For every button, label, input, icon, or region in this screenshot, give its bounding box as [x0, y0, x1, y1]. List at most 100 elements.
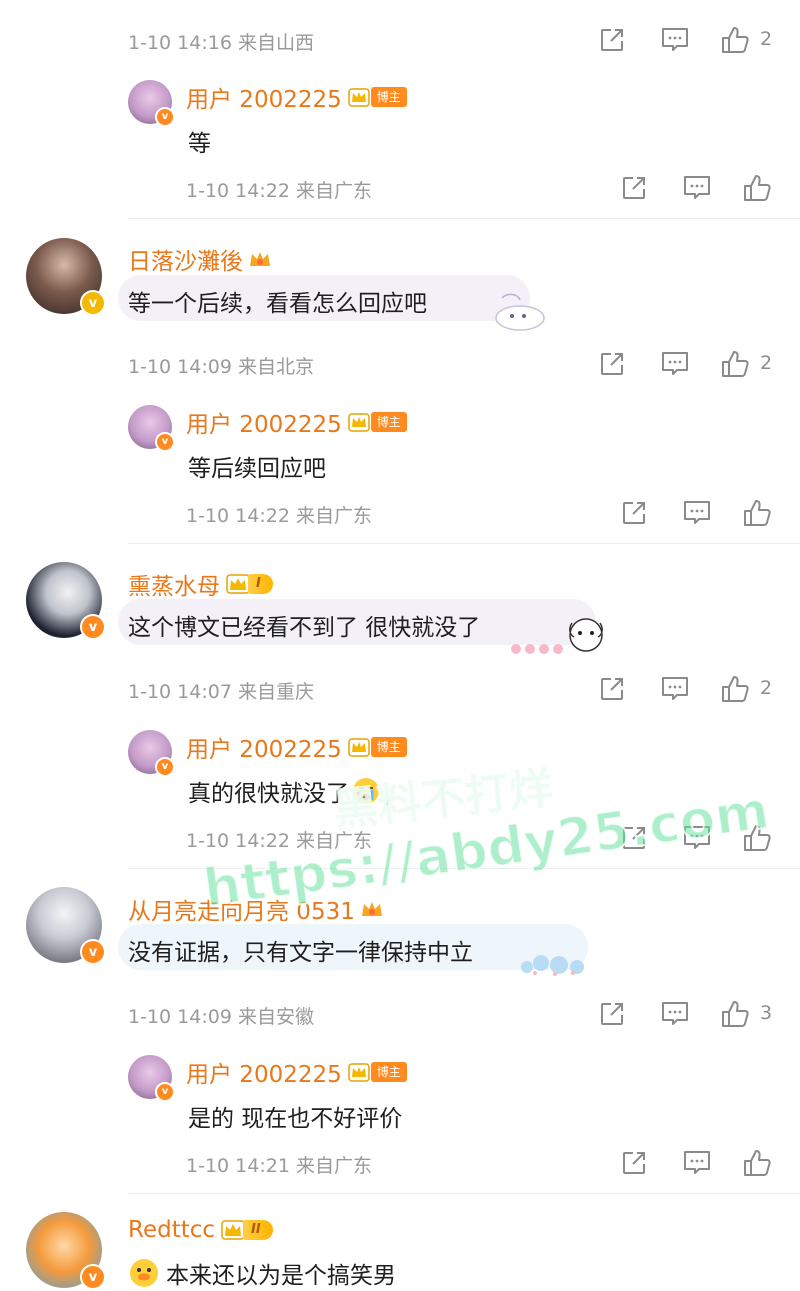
comment-meta: 1-10 14:07 来自重庆 — [128, 681, 314, 703]
comment-icon — [684, 176, 710, 199]
cloud-sticker — [521, 955, 584, 976]
share-button[interactable] — [598, 26, 626, 54]
username[interactable]: 日落沙灘後 — [128, 242, 273, 276]
comment-icon — [662, 28, 688, 51]
username[interactable]: 用户 2002225 博主 — [186, 1055, 407, 1089]
comment-icon — [684, 501, 710, 524]
reply-meta: 1-10 14:21 来自广东 — [186, 1155, 372, 1177]
share-icon — [601, 29, 623, 51]
puppy-sticker — [511, 618, 603, 654]
like-button[interactable] — [742, 498, 772, 528]
reply-meta: 1-10 14:22 来自广东 — [186, 505, 372, 527]
owner-tag: 博主 — [348, 736, 407, 758]
comment-button[interactable] — [660, 26, 690, 54]
share-icon — [623, 502, 645, 524]
reply-text: 等 — [188, 131, 211, 157]
verified-badge: v — [155, 757, 175, 777]
comment-text: 等一个后续，看看怎么回应吧 — [128, 291, 427, 317]
verified-badge: v — [80, 939, 106, 965]
divider — [128, 543, 800, 544]
owner-badge: 博主 — [370, 87, 407, 107]
comment-meta: 1-10 14:16 来自山西 — [128, 32, 314, 54]
like-icon — [744, 175, 771, 201]
reply-text-content: 真的很快就没了 — [188, 781, 349, 807]
share-button[interactable] — [620, 499, 648, 527]
crown-icon — [348, 1063, 370, 1082]
owner-tag: 博主 — [348, 1061, 407, 1083]
level-badge: II — [221, 1219, 273, 1241]
crown-icon — [250, 252, 270, 266]
like-icon — [744, 1150, 771, 1176]
like-count: 2 — [760, 28, 773, 50]
comment-meta: 1-10 14:09 来自安徽 — [128, 1006, 314, 1028]
like-button[interactable] — [720, 999, 750, 1029]
username-text: 用户 2002225 — [186, 737, 342, 763]
username-text: 用户 2002225 — [186, 87, 342, 113]
level-text: II — [243, 1220, 273, 1240]
like-button[interactable] — [742, 1148, 772, 1178]
cloud-sticker — [495, 293, 545, 331]
verified-badge: v — [80, 1264, 106, 1290]
crown-icon — [348, 738, 370, 757]
comment-icon — [662, 1002, 688, 1025]
owner-tag: 博主 — [348, 411, 407, 433]
username-text: 熏蒸水母 — [128, 574, 220, 600]
crown-icon — [348, 88, 370, 107]
comment-button[interactable] — [660, 1000, 690, 1028]
username-text: 用户 2002225 — [186, 1062, 342, 1088]
owner-tag: 博主 — [348, 86, 407, 108]
owner-badge: 博主 — [370, 737, 407, 757]
like-icon — [722, 27, 749, 53]
like-count: 3 — [760, 1002, 773, 1024]
comment-button[interactable] — [660, 350, 690, 378]
username[interactable]: 用户 2002225 博主 — [186, 80, 407, 114]
divider — [128, 218, 800, 219]
comment-text: 没有证据，只有文字一律保持中立 — [128, 940, 473, 966]
comment-icon — [662, 677, 688, 700]
username[interactable]: 熏蒸水母 I — [128, 567, 273, 601]
share-icon — [623, 1152, 645, 1174]
username[interactable]: 用户 2002225 博主 — [186, 405, 407, 439]
owner-badge: 博主 — [370, 1062, 407, 1082]
like-count: 2 — [760, 677, 773, 699]
share-icon — [623, 177, 645, 199]
comment-meta: 1-10 14:09 来自北京 — [128, 356, 314, 378]
like-button[interactable] — [742, 173, 772, 203]
owner-badge: 博主 — [370, 412, 407, 432]
share-button[interactable] — [598, 675, 626, 703]
share-icon — [601, 353, 623, 375]
username-text: 日落沙灘後 — [128, 249, 243, 275]
share-button[interactable] — [620, 174, 648, 202]
verified-badge: v — [155, 432, 175, 452]
like-button[interactable] — [720, 674, 750, 704]
like-button[interactable] — [720, 25, 750, 55]
share-icon — [601, 1003, 623, 1025]
level-badge: I — [226, 573, 273, 595]
verified-badge: v — [155, 1082, 175, 1102]
like-icon — [744, 500, 771, 526]
like-icon — [722, 676, 749, 702]
share-button[interactable] — [598, 1000, 626, 1028]
comment-button[interactable] — [660, 675, 690, 703]
share-button[interactable] — [620, 1149, 648, 1177]
comment-icon — [662, 352, 688, 375]
like-button[interactable] — [720, 349, 750, 379]
like-icon — [722, 1001, 749, 1027]
crown-icon — [348, 413, 370, 432]
crown-icon — [221, 1220, 245, 1240]
comment-text-content: 本来还以为是个搞笑男 — [166, 1263, 396, 1289]
comment-button[interactable] — [682, 499, 712, 527]
comment-button[interactable] — [682, 174, 712, 202]
share-icon — [601, 678, 623, 700]
comment-icon — [684, 1151, 710, 1174]
comment-button[interactable] — [682, 1149, 712, 1177]
username[interactable]: Redttcc II — [128, 1217, 273, 1243]
verified-badge: v — [80, 290, 106, 316]
level-text: I — [248, 574, 273, 594]
username-text: Redttcc — [128, 1217, 216, 1243]
duck-emoji-icon — [130, 1259, 158, 1287]
username[interactable]: 用户 2002225 博主 — [186, 730, 407, 764]
verified-badge: v — [155, 107, 175, 127]
reply-text: 是的 现在也不好评价 — [188, 1106, 403, 1132]
share-button[interactable] — [598, 350, 626, 378]
